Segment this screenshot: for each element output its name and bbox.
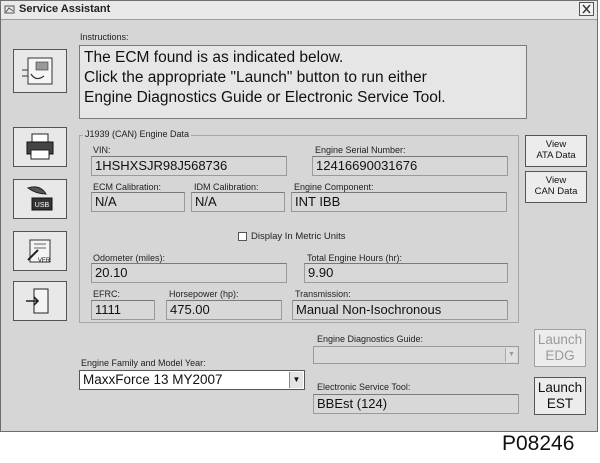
engine-component-label: Engine Component: bbox=[294, 182, 374, 192]
launch-edg-line2: EDG bbox=[545, 348, 575, 363]
efrc-field: 1111 bbox=[91, 300, 155, 320]
view-ata-line2: ATA Data bbox=[536, 150, 576, 161]
printer-icon bbox=[26, 133, 54, 160]
chevron-down-icon[interactable]: ▼ bbox=[289, 372, 303, 388]
figure-label: P08246 bbox=[502, 432, 575, 455]
exit-icon bbox=[26, 288, 49, 314]
engine-hours-label: Total Engine Hours (hr): bbox=[307, 253, 403, 263]
svg-text:VER: VER bbox=[38, 258, 51, 264]
ecm-button[interactable] bbox=[13, 49, 67, 93]
close-icon bbox=[582, 4, 591, 14]
view-can-line1: View bbox=[545, 175, 567, 186]
horsepower-label: Horsepower (hp): bbox=[169, 289, 239, 299]
vin-label: VIN: bbox=[93, 145, 111, 155]
service-assistant-window: Service Assistant Instructions: The ECM … bbox=[0, 0, 598, 432]
odometer-field: 20.10 bbox=[91, 263, 287, 283]
metric-units-label: Display In Metric Units bbox=[251, 231, 346, 242]
transmission-field: Manual Non-Isochronous bbox=[292, 300, 508, 320]
view-ata-data-button[interactable]: View ATA Data bbox=[525, 135, 587, 167]
usb-icon: USB bbox=[26, 186, 53, 211]
launch-edg-button[interactable]: Launch EDG bbox=[534, 329, 586, 367]
window-title: Service Assistant bbox=[19, 3, 111, 15]
view-can-line2: CAN Data bbox=[534, 186, 578, 197]
engine-family-label: Engine Family and Model Year: bbox=[81, 358, 206, 368]
print-button[interactable] bbox=[13, 127, 67, 167]
metric-units-checkbox[interactable] bbox=[238, 232, 247, 241]
launch-est-button[interactable]: Launch EST bbox=[534, 377, 586, 415]
app-icon bbox=[4, 5, 15, 14]
idm-calibration-label: IDM Calibration: bbox=[194, 182, 259, 192]
title-bar: Service Assistant bbox=[1, 1, 597, 20]
close-button[interactable] bbox=[579, 2, 594, 16]
horsepower-field: 475.00 bbox=[166, 300, 282, 320]
usb-button[interactable]: USB bbox=[13, 179, 67, 219]
ecm-calibration-label: ECM Calibration: bbox=[93, 182, 162, 192]
engine-family-value: MaxxForce 13 MY2007 bbox=[83, 372, 223, 387]
instructions-label: Instructions: bbox=[80, 32, 129, 42]
instruction-line: The ECM found is as indicated below. bbox=[84, 49, 344, 66]
launch-edg-line1: Launch bbox=[537, 332, 583, 347]
vin-field: 1HSHXSJR98J568736 bbox=[91, 156, 287, 176]
engine-family-select[interactable]: MaxxForce 13 MY2007 ▼ bbox=[79, 370, 305, 390]
est-label: Electronic Service Tool: bbox=[317, 382, 411, 392]
efrc-label: EFRC: bbox=[93, 289, 120, 299]
version-icon: VER bbox=[27, 239, 51, 264]
ecm-calibration-field: N/A bbox=[91, 192, 185, 212]
ecm-icon bbox=[22, 57, 53, 85]
view-can-data-button[interactable]: View CAN Data bbox=[525, 171, 587, 203]
version-button[interactable]: VER bbox=[13, 231, 67, 271]
view-ata-line1: View bbox=[545, 139, 567, 150]
instructions-box: The ECM found is as indicated below. Cli… bbox=[79, 45, 527, 119]
instruction-line: Click the appropriate "Launch" button to… bbox=[84, 69, 427, 86]
engine-data-group-title: J1939 (CAN) Engine Data bbox=[83, 129, 192, 139]
est-field: BBEst (124) bbox=[313, 394, 519, 414]
instruction-line: Engine Diagnostics Guide or Electronic S… bbox=[84, 89, 446, 106]
edg-select: ▼ bbox=[313, 346, 519, 364]
engine-component-field: INT IBB bbox=[291, 192, 507, 212]
edg-label: Engine Diagnostics Guide: bbox=[317, 334, 424, 344]
chevron-down-icon: ▼ bbox=[505, 348, 517, 362]
engine-hours-field: 9.90 bbox=[304, 263, 508, 283]
launch-est-line2: EST bbox=[546, 396, 574, 411]
odometer-label: Odometer (miles): bbox=[93, 253, 166, 263]
launch-est-line1: Launch bbox=[537, 380, 583, 395]
svg-text:USB: USB bbox=[35, 202, 50, 209]
serial-label: Engine Serial Number: bbox=[315, 145, 406, 155]
transmission-label: Transmission: bbox=[295, 289, 351, 299]
exit-button[interactable] bbox=[13, 281, 67, 321]
idm-calibration-field: N/A bbox=[191, 192, 285, 212]
serial-field: 12416690031676 bbox=[312, 156, 508, 176]
